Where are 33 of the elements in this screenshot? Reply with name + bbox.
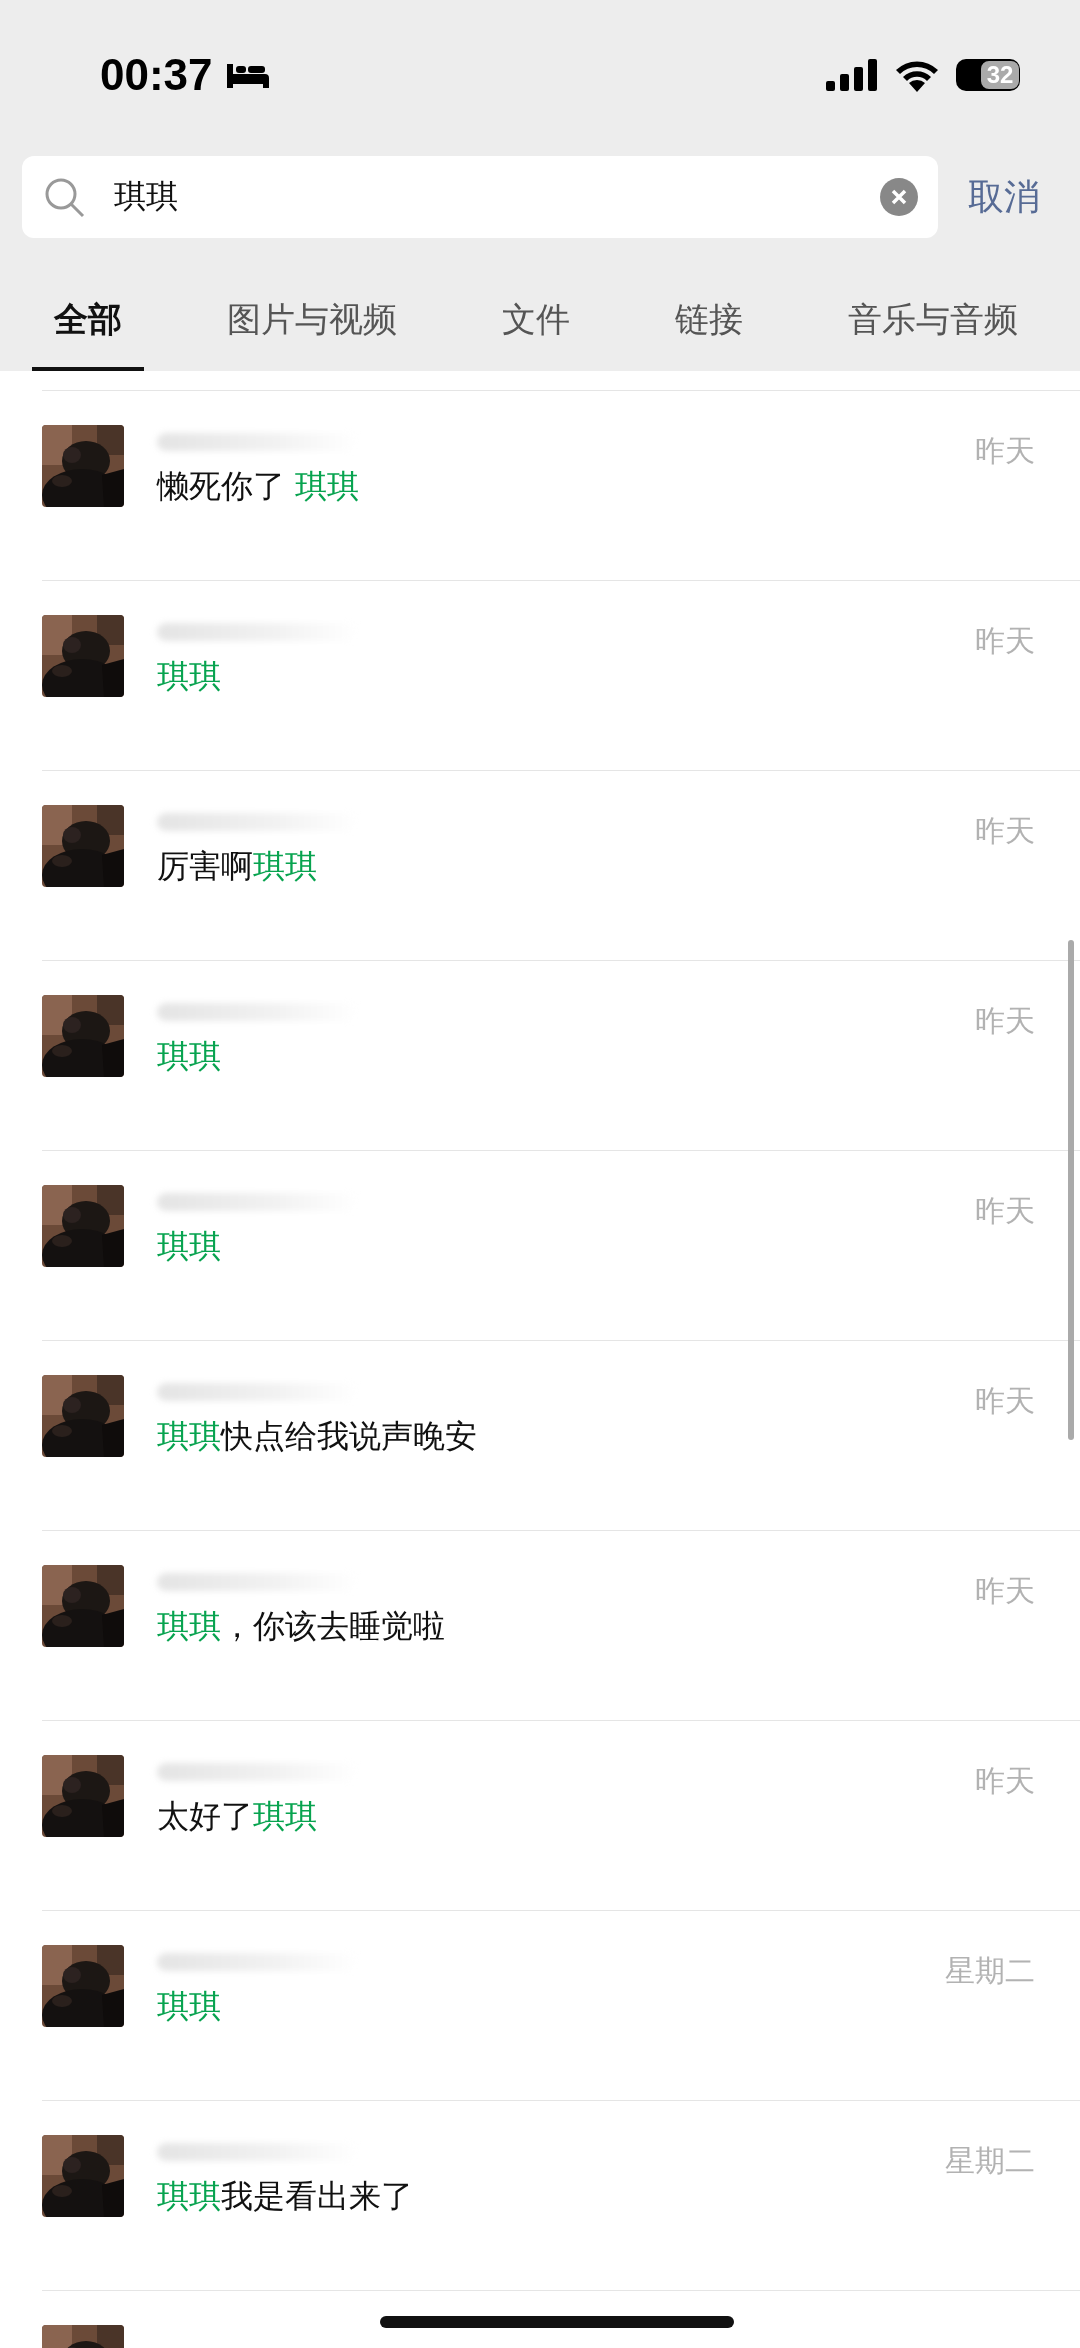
message-text: 琪琪 [157,656,222,697]
filter-tab[interactable]: 音乐与音频 [826,297,1040,371]
message-time: 昨天 [975,1192,1035,1230]
filter-tab[interactable]: 链接 [653,297,765,371]
message-time: 昨天 [975,1572,1035,1610]
cancel-button[interactable]: 取消 [968,172,1040,222]
clear-icon[interactable] [880,178,918,216]
filter-tab[interactable]: 图片与视频 [205,297,419,371]
message-time: 星期二 [945,2142,1035,2180]
message-text: 琪琪，你该去睡觉啦 [157,1606,446,1647]
message-text: 琪琪 [157,1036,222,1077]
message-text: 厉害啊琪琪 [157,846,318,887]
search-field[interactable]: 琪琪 [22,156,938,238]
message-text: 琪琪 [157,1986,222,2027]
filter-tab[interactable]: 文件 [480,297,592,371]
message-time: 昨天 [975,432,1035,470]
message-time: 昨天 [975,622,1035,660]
signal-icon [826,59,878,91]
clock-time: 00:37 [100,50,213,100]
message-text: 琪琪我是看出来了 [157,2176,414,2217]
message-time: 星期二 [945,1952,1035,1990]
wifi-icon [894,58,940,92]
message-text: 琪琪快点给我说声晚安 [157,1416,478,1457]
message-time: 昨天 [975,1002,1035,1040]
message-text: 太好了琪琪 [157,1796,318,1837]
battery-icon: 32 [956,59,1020,91]
filter-tab[interactable]: 全部 [32,297,144,371]
search-text: 琪琪 [114,176,179,217]
message-text: 懒死你了 琪琪 [157,466,361,507]
message-time: 昨天 [975,812,1035,850]
message-time: 昨天 [975,1382,1035,1420]
message-text: 琪琪 [157,1226,222,1267]
message-time: 昨天 [975,1762,1035,1800]
